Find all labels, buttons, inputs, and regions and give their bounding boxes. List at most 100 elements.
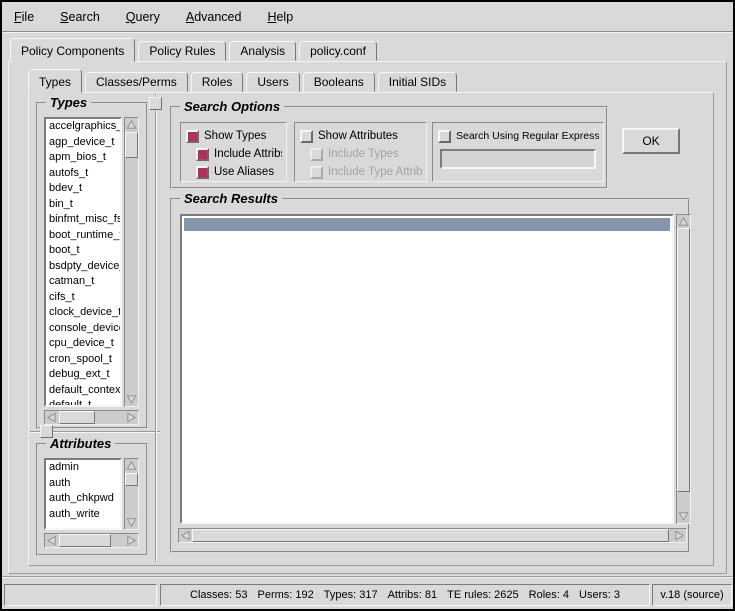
tab-types[interactable]: Types	[28, 69, 82, 93]
regex-entry[interactable]	[440, 149, 596, 169]
scroll-right-arrow[interactable]	[125, 411, 138, 424]
types-list-item[interactable]: bin_t	[46, 197, 120, 213]
menu-advanced[interactable]: Advanced	[186, 10, 242, 24]
checkbox-search-regex[interactable]: Search Using Regular Expression	[438, 127, 599, 145]
right-arrow-icon	[674, 530, 685, 541]
types-horizontal-scrollbar[interactable]	[44, 410, 139, 425]
up-arrow-icon	[678, 216, 689, 227]
scroll-up-arrow[interactable]	[125, 459, 138, 472]
attributes-vertical-scrollbar[interactable]	[124, 458, 139, 530]
tab-booleans[interactable]: Booleans	[303, 72, 375, 92]
types-list-item[interactable]: cifs_t	[46, 290, 120, 306]
scroll-track[interactable]	[125, 131, 138, 393]
scroll-thumb[interactable]	[59, 411, 95, 424]
types-list-item[interactable]: apm_bios_t	[46, 150, 120, 166]
types-list-item[interactable]: agp_device_t	[46, 135, 120, 151]
search-results-textarea[interactable]	[180, 214, 674, 524]
checkbox-indicator[interactable]	[196, 148, 209, 161]
checkbox-label: Include Attribs	[214, 148, 282, 160]
types-vertical-scrollbar[interactable]	[124, 117, 139, 407]
scroll-right-arrow[interactable]	[673, 529, 686, 542]
checkbox-indicator[interactable]	[186, 130, 199, 143]
tab-classes-perms[interactable]: Classes/Perms	[85, 72, 188, 92]
types-list-item[interactable]: boot_runtime_t	[46, 228, 120, 244]
types-list-item[interactable]: debug_ext_t	[46, 367, 120, 383]
attributes-list-item[interactable]: auth_chkpwd	[46, 491, 120, 507]
types-list-item[interactable]: binfmt_misc_fs	[46, 212, 120, 228]
attributes-list-item[interactable]	[46, 522, 120, 530]
types-list-item[interactable]: bdev_t	[46, 181, 120, 197]
scroll-left-arrow[interactable]	[179, 529, 192, 542]
checkbox-include-attribs[interactable]: Include Attribs	[186, 145, 282, 163]
scroll-thumb[interactable]	[125, 473, 138, 486]
scroll-down-arrow[interactable]	[125, 516, 138, 529]
scroll-track[interactable]	[58, 534, 125, 547]
scroll-up-arrow[interactable]	[677, 215, 690, 228]
types-list-item[interactable]: clock_device_t	[46, 305, 120, 321]
results-horizontal-scrollbar[interactable]	[178, 528, 687, 543]
types-list-item[interactable]: catman_t	[46, 274, 120, 290]
ok-button[interactable]: OK	[622, 128, 680, 154]
scroll-track[interactable]	[677, 228, 690, 510]
scroll-track[interactable]	[192, 529, 673, 542]
tab-policy-components[interactable]: Policy Components	[10, 38, 135, 62]
menu-query[interactable]: Query	[126, 10, 160, 24]
results-vertical-scrollbar[interactable]	[676, 214, 691, 524]
show-attributes-frame: Show Attributes Include Types Include Ty…	[294, 122, 427, 182]
menu-file[interactable]: File	[14, 10, 34, 24]
checkbox-indicator[interactable]	[196, 166, 209, 179]
types-list-item[interactable]: accelgraphics_e	[46, 119, 120, 135]
attributes-listbox[interactable]: admin auth auth_chkpwd auth_write	[44, 458, 122, 530]
scroll-track[interactable]	[125, 472, 138, 516]
types-list-item[interactable]: boot_t	[46, 243, 120, 259]
checkbox-use-aliases[interactable]: Use Aliases	[186, 163, 282, 181]
scroll-down-arrow[interactable]	[125, 393, 138, 406]
scroll-up-arrow[interactable]	[125, 118, 138, 131]
scroll-left-arrow[interactable]	[45, 534, 58, 547]
attributes-list-item[interactable]: auth_write	[46, 507, 120, 523]
search-options-groupbox: Search Options Show Types Include Attrib…	[170, 106, 608, 189]
checkbox-indicator[interactable]	[300, 130, 313, 143]
status-left-panel	[4, 584, 157, 606]
menu-help[interactable]: Help	[267, 10, 293, 24]
vertical-sash-handle[interactable]	[149, 97, 162, 110]
types-list-item[interactable]: bsdpty_device_	[46, 259, 120, 275]
count-attribs: Attribs: 81	[388, 589, 438, 601]
scroll-left-arrow[interactable]	[45, 411, 58, 424]
tab-users[interactable]: Users	[246, 72, 299, 92]
horizontal-sash-handle[interactable]	[40, 425, 53, 438]
types-list-item[interactable]: console_device_	[46, 321, 120, 337]
scroll-thumb[interactable]	[192, 529, 669, 542]
status-counts-panel: Classes: 53 Perms: 192 Types: 317 Attrib…	[160, 584, 650, 606]
tab-analysis[interactable]: Analysis	[229, 41, 296, 61]
attributes-list-item[interactable]: admin	[46, 460, 120, 476]
types-list-item[interactable]: autofs_t	[46, 166, 120, 182]
checkbox-show-types[interactable]: Show Types	[186, 127, 282, 145]
tab-roles[interactable]: Roles	[191, 72, 244, 92]
scroll-track[interactable]	[58, 411, 125, 424]
scroll-thumb[interactable]	[677, 228, 690, 492]
tab-policy-conf[interactable]: policy.conf	[299, 41, 377, 61]
tab-initial-sids[interactable]: Initial SIDs	[378, 72, 457, 92]
scroll-thumb[interactable]	[59, 534, 111, 547]
types-list-item[interactable]: cpu_device_t	[46, 336, 120, 352]
attributes-list-item[interactable]: auth	[46, 476, 120, 492]
attributes-groupbox-title: Attributes	[46, 436, 115, 451]
regex-frame: Search Using Regular Expression	[432, 122, 604, 182]
show-types-frame: Show Types Include Attribs Use Aliases	[180, 122, 287, 182]
left-arrow-icon	[46, 412, 57, 423]
types-list-item[interactable]: cron_spool_t	[46, 352, 120, 368]
scroll-right-arrow[interactable]	[125, 534, 138, 547]
attributes-horizontal-scrollbar[interactable]	[44, 533, 139, 548]
checkbox-show-attributes[interactable]: Show Attributes	[300, 127, 422, 145]
scroll-thumb[interactable]	[125, 132, 138, 158]
checkbox-indicator[interactable]	[438, 130, 451, 143]
scroll-down-arrow[interactable]	[677, 510, 690, 523]
types-listbox[interactable]: accelgraphics_e agp_device_t apm_bios_t …	[44, 117, 122, 407]
tab-policy-rules[interactable]: Policy Rules	[138, 41, 226, 61]
menu-search[interactable]: Search	[60, 10, 100, 24]
statusbar-separator	[2, 576, 733, 578]
types-list-item[interactable]: default_context	[46, 383, 120, 399]
types-list-item[interactable]: default_t	[46, 398, 120, 407]
vertical-sash[interactable]	[155, 94, 157, 562]
